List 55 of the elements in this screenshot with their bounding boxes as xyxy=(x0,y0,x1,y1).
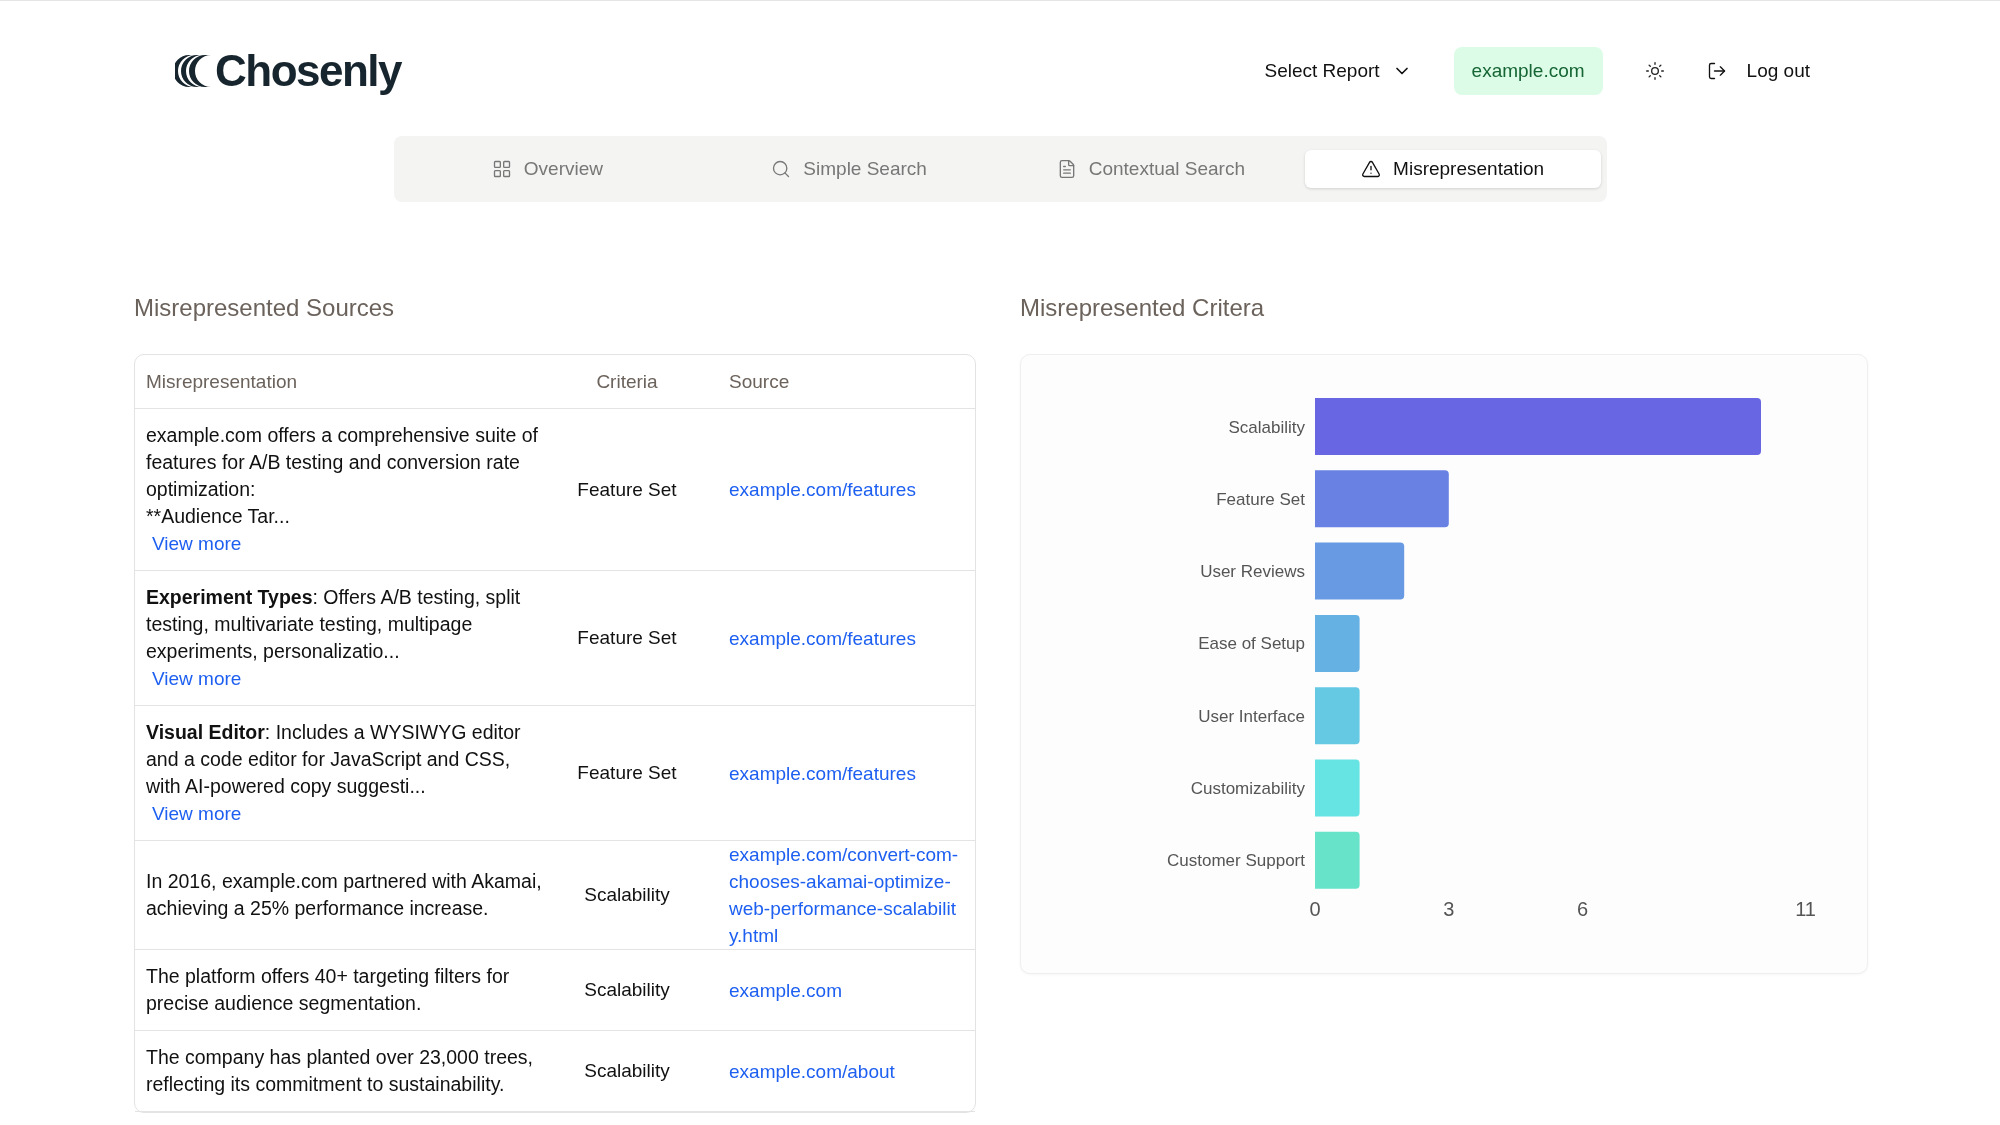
sun-icon xyxy=(1644,61,1665,81)
tab[interactable]: Misrepresentation xyxy=(1304,150,1601,188)
source-link[interactable]: example.com/features xyxy=(698,476,961,503)
misrepresentation-text: Experiment Types: Offers A/B testing, split testing, multivariate testing, multipage experiments, personalizatio... xyxy=(146,585,522,664)
criteria-text: Feature Set xyxy=(576,762,678,784)
report-select[interactable]: Select Report xyxy=(1264,60,1412,82)
section-title: Misrepresented Sources xyxy=(134,294,396,322)
tab[interactable]: Overview xyxy=(399,150,696,188)
tab[interactable]: Simple Search xyxy=(701,150,997,188)
axis-tick-label: 3 xyxy=(1443,898,1455,920)
misrepresentation-text: example.com offers a comprehensive suite of features for A/B testing and conversion rate optimization: **Audience Tar... xyxy=(146,423,539,529)
source-link[interactable]: example.com/features xyxy=(698,624,961,652)
category-label: Customer Support xyxy=(1167,851,1305,871)
category-label: User Reviews xyxy=(1200,562,1305,582)
criteria-text: Scalability xyxy=(583,884,671,906)
theme-toggle-button[interactable] xyxy=(1644,61,1665,81)
axis-tick-label: 11 xyxy=(1795,898,1816,920)
logo-text: Chosenly xyxy=(215,46,402,96)
bar xyxy=(1315,687,1360,745)
domain-badge: example.com xyxy=(1453,47,1603,95)
criteria-text: Feature Set xyxy=(576,627,678,649)
view-more-link[interactable]: View more xyxy=(152,800,242,827)
misrepresentation-text: In 2016, example.com partnered with Akamai, achieving a 25% performance increase. xyxy=(146,869,543,921)
axis-tick-label: 6 xyxy=(1577,898,1589,920)
bar xyxy=(1315,614,1360,672)
view-more-link[interactable]: View more xyxy=(152,665,242,692)
category-label: Ease of Setup xyxy=(1198,634,1305,654)
axis-tick-label: 0 xyxy=(1309,898,1321,920)
grid-icon xyxy=(491,159,512,179)
search-icon xyxy=(771,159,792,179)
criteria-text: Feature Set xyxy=(576,478,678,501)
logout-button[interactable]: Log out xyxy=(1706,60,1810,82)
source-link[interactable]: example.com/convert-com-chooses-akamai-optimize-web-performance-scalability.html xyxy=(698,841,961,949)
column-header: Criteria xyxy=(595,370,659,394)
source-link[interactable]: example.com/features xyxy=(698,759,961,787)
section-title: Misrepresented Critera xyxy=(1020,294,1266,322)
view-more-link[interactable]: View more xyxy=(152,530,242,557)
category-label: User Interface xyxy=(1198,706,1305,726)
warning-icon xyxy=(1361,159,1382,179)
column-header: Source xyxy=(728,370,791,394)
column-header: Misrepresentation xyxy=(145,370,299,394)
source-link[interactable]: example.com xyxy=(698,976,961,1004)
category-label: Feature Set xyxy=(1216,489,1305,509)
criteria-text: Scalability xyxy=(583,979,671,1001)
category-label: Scalability xyxy=(1228,417,1305,437)
misrepresentation-text: The platform offers 40+ targeting filters for precise audience segmentation. xyxy=(146,964,511,1016)
misrepresentation-text: The company has planted over 23,000 trees, reflecting its commitment to sustainability. xyxy=(146,1045,534,1097)
logout-icon xyxy=(1706,61,1727,81)
tab[interactable]: Contextual Search xyxy=(1003,150,1299,188)
criteria-text: Scalability xyxy=(583,1060,671,1082)
source-link[interactable]: example.com/about xyxy=(698,1057,961,1085)
bar xyxy=(1315,759,1360,817)
bar xyxy=(1315,831,1360,889)
category-label: Customizability xyxy=(1190,779,1305,798)
misrepresentation-text: Visual Editor: Includes a WYSIWYG editor and a code editor for JavaScript and CSS, with AI-powered copy suggesti... xyxy=(146,720,522,799)
